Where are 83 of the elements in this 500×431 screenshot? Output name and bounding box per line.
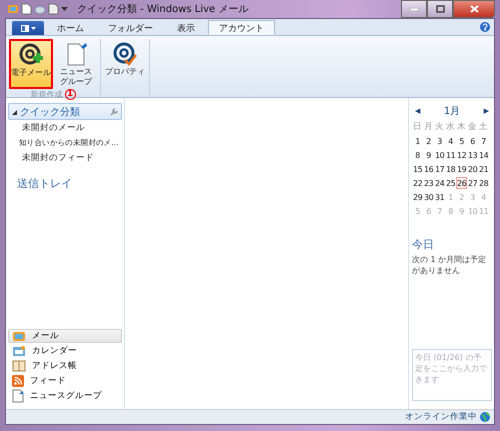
quick-add-field[interactable]: 今日 (01/26) の予定をここから入力できます xyxy=(412,349,492,401)
status-text: オンライン作業中 xyxy=(405,411,477,423)
document-pin-icon xyxy=(12,389,24,403)
folder-item[interactable]: 未開封のメール xyxy=(8,120,85,136)
ribbon-button[interactable]: プロパティ xyxy=(104,39,146,85)
mail-icon xyxy=(12,330,26,342)
app-icon xyxy=(7,3,19,15)
at-check-icon xyxy=(112,41,138,67)
weekday-label: 土 xyxy=(478,121,489,133)
nav-item[interactable]: メール xyxy=(8,329,122,343)
weekday-label: 月 xyxy=(423,121,434,133)
calendar-day[interactable]: 7 xyxy=(478,135,489,147)
calendar-day[interactable]: 30 xyxy=(423,191,434,203)
month-label: 1月 xyxy=(444,105,460,118)
minimize-button[interactable] xyxy=(401,0,427,18)
rss-icon xyxy=(12,375,24,387)
expand-icon[interactable] xyxy=(12,108,18,114)
ribbon-tab[interactable]: 表示 xyxy=(166,20,206,35)
calendar-day[interactable]: 18 xyxy=(445,163,456,175)
calendar-day[interactable]: 6 xyxy=(467,135,478,147)
calendar-day[interactable]: 19 xyxy=(456,163,467,175)
window-icon xyxy=(20,24,28,32)
folder-item[interactable]: 送信トレイ xyxy=(17,176,122,191)
calendar-day[interactable]: 12 xyxy=(456,149,467,161)
window-title: クイック分類 - Windows Live メール xyxy=(77,2,248,16)
calendar-day[interactable]: 2 xyxy=(423,135,434,147)
calendar-day[interactable]: 28 xyxy=(478,177,489,189)
quick-views-header[interactable]: クイック分類 xyxy=(8,103,122,120)
nav-item[interactable]: カレンダー xyxy=(8,344,122,358)
help-icon[interactable] xyxy=(480,22,490,32)
calendar-day[interactable]: 13 xyxy=(467,149,478,161)
maximize-icon xyxy=(436,5,444,13)
calendar-day[interactable]: 4 xyxy=(445,135,456,147)
calendar-day[interactable]: 17 xyxy=(434,163,445,175)
calendar-day[interactable]: 1 xyxy=(412,135,423,147)
ribbon-button[interactable]: ニュース グループ xyxy=(55,39,97,89)
group-label: 新規作成 xyxy=(30,88,62,100)
calendar-day[interactable]: 8 xyxy=(412,149,423,161)
calendar-day[interactable]: 24 xyxy=(434,177,445,189)
weekday-label: 金 xyxy=(467,121,478,133)
app-menu-button[interactable] xyxy=(12,21,44,35)
calendar-day[interactable]: 14 xyxy=(478,149,489,161)
document-icon[interactable] xyxy=(48,3,59,15)
book-icon xyxy=(12,360,26,372)
calendar-day[interactable]: 29 xyxy=(412,191,423,203)
calendar-day[interactable]: 16 xyxy=(423,163,434,175)
today-heading: 今日 xyxy=(412,237,435,252)
weekday-label: 水 xyxy=(445,121,456,133)
nav-item[interactable]: フィード xyxy=(8,374,122,388)
ribbon-tab[interactable]: ホーム xyxy=(46,20,95,35)
ribbon-button[interactable]: 電子メール xyxy=(9,39,53,89)
globe-icon xyxy=(480,412,490,422)
calendar-day[interactable]: 23 xyxy=(423,177,434,189)
close-button[interactable] xyxy=(453,0,495,18)
weekday-label: 火 xyxy=(434,121,445,133)
weekday-label: 木 xyxy=(456,121,467,133)
calendar-day[interactable]: 25 xyxy=(445,177,456,189)
nav-item[interactable]: アドレス帳 xyxy=(8,359,122,373)
maximize-button[interactable] xyxy=(427,0,453,18)
calendar-day[interactable]: 22 xyxy=(412,177,423,189)
calendar-day[interactable]: 9 xyxy=(423,149,434,161)
calendar-day[interactable]: 31 xyxy=(434,191,445,203)
caret-icon xyxy=(30,26,36,30)
document-icon[interactable] xyxy=(21,3,32,15)
calendar-day[interactable]: 11 xyxy=(445,149,456,161)
folder-item[interactable]: 未開封のフィード xyxy=(8,150,94,166)
calendar-icon xyxy=(12,345,26,357)
agenda-message: 次の 1 か月間は予定がありません xyxy=(412,254,488,276)
close-icon xyxy=(470,5,478,13)
ribbon-tab[interactable]: アカウント xyxy=(208,20,275,35)
calendar-day[interactable]: 26 xyxy=(456,177,467,189)
calendar-day[interactable]: 5 xyxy=(456,135,467,147)
ribbon-tab[interactable]: フォルダー xyxy=(97,20,164,35)
nav-item[interactable]: ニュースグループ xyxy=(8,389,122,403)
weekday-label: 日 xyxy=(412,121,423,133)
dropdown-icon[interactable] xyxy=(61,6,68,12)
calendar-day[interactable]: 10 xyxy=(434,149,445,161)
calendar-day[interactable]: 21 xyxy=(478,163,489,175)
calendar-day[interactable]: 3 xyxy=(434,135,445,147)
calendar-day[interactable]: 27 xyxy=(467,177,478,189)
minimize-icon xyxy=(410,8,418,10)
calendar-day[interactable]: 15 xyxy=(412,163,423,175)
calendar-day[interactable]: 20 xyxy=(467,163,478,175)
